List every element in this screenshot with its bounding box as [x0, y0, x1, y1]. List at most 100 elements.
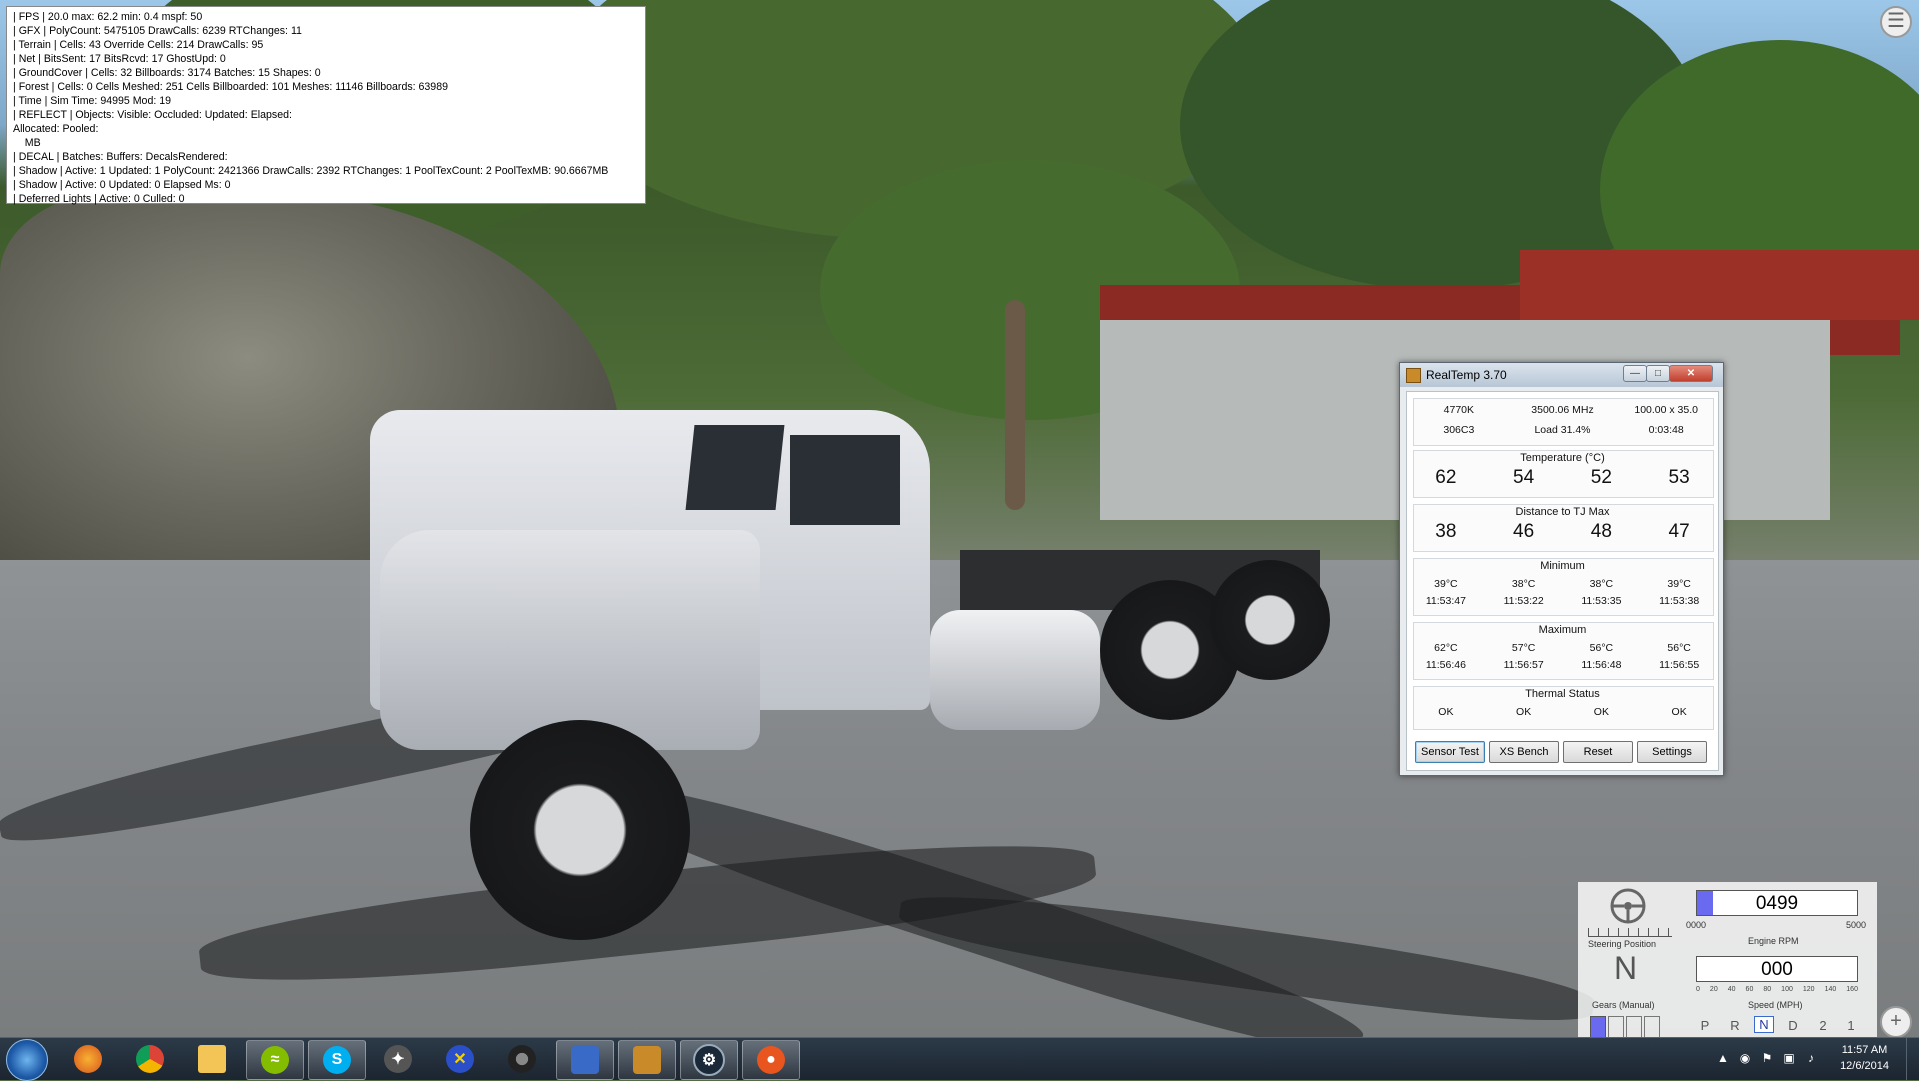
taskbar-game[interactable]: ✦	[370, 1040, 426, 1078]
taskbar-xsplit[interactable]: ✕	[432, 1040, 488, 1078]
distance-row: 38 46 48 47	[1407, 521, 1718, 543]
tray-steam-icon[interactable]: ◉	[1738, 1051, 1752, 1065]
start-button[interactable]	[6, 1039, 48, 1081]
maximum-time-row: 11:56:46 11:56:57 11:56:48 11:56:55	[1407, 659, 1718, 671]
add-icon[interactable]: +	[1880, 1006, 1912, 1038]
speed-tick: 100	[1781, 986, 1793, 993]
taskbar-realtemp[interactable]	[618, 1040, 676, 1080]
close-button[interactable]: ✕	[1669, 365, 1713, 382]
thermal-status: OK	[1671, 706, 1687, 718]
maximize-button[interactable]: □	[1646, 365, 1670, 382]
xsplit-icon: ✕	[446, 1045, 474, 1073]
thermal-status-row: OK OK OK OK	[1407, 706, 1718, 718]
tray-network-icon[interactable]: ▣	[1782, 1051, 1796, 1065]
cpu-multiplier: 100.00 x 35.0	[1634, 404, 1698, 416]
show-desktop-button[interactable]	[1906, 1038, 1919, 1080]
taskbar-app[interactable]: ●	[742, 1040, 800, 1080]
thermal-status: OK	[1438, 706, 1454, 718]
taskbar-beamng[interactable]	[556, 1040, 614, 1080]
speed-tick: 80	[1763, 986, 1772, 993]
steering-label: Steering Position	[1588, 939, 1657, 949]
taskbar-skype[interactable]: S	[308, 1040, 366, 1080]
rpm-gauge: 0499	[1696, 890, 1858, 916]
min-temp: 39°C	[1434, 578, 1458, 590]
game-icon: ✦	[384, 1045, 412, 1073]
distance-title: Distance to TJ Max	[1515, 506, 1610, 518]
core-temp: 52	[1590, 467, 1612, 488]
app-icon: ●	[757, 1046, 785, 1074]
tjmax-distance: 47	[1668, 521, 1690, 542]
taskbar-explorer[interactable]	[184, 1040, 240, 1078]
palm-trunk	[1005, 300, 1025, 510]
xs-bench-button[interactable]: XS Bench	[1489, 741, 1559, 763]
folder-icon	[198, 1045, 226, 1073]
cpu-info-row: 4770K 3500.06 MHz 100.00 x 35.0	[1407, 404, 1718, 416]
clock-date: 12/6/2014	[1840, 1060, 1889, 1072]
firefox-icon	[74, 1045, 102, 1073]
maximum-temp-row: 62°C 57°C 56°C 56°C	[1407, 642, 1718, 654]
rpm-value: 0499	[1755, 893, 1799, 914]
max-temp: 57°C	[1511, 642, 1536, 654]
speed-tick: 40	[1727, 986, 1736, 993]
debug-line: | GFX | PolyCount: 5475105 DrawCalls: 62…	[13, 25, 302, 37]
max-time: 11:56:48	[1581, 659, 1622, 671]
tray-flag-icon[interactable]: ⚑	[1760, 1051, 1774, 1065]
truck-window	[685, 425, 785, 510]
rpm-min: 0000	[1686, 920, 1707, 930]
thermal-status-title: Thermal Status	[1525, 688, 1600, 700]
realtemp-window[interactable]: RealTemp 3.70 — □ ✕ 4770K 3500.06 MHz 10…	[1399, 362, 1724, 776]
thermal-status: OK	[1593, 706, 1609, 718]
menu-icon[interactable]: ☰	[1880, 6, 1912, 38]
cpu-stepping: 306C3	[1443, 424, 1475, 436]
taskbar-chrome[interactable]	[122, 1040, 178, 1078]
gear-d: D	[1788, 1018, 1798, 1033]
debug-line: | Net | BitsSent: 17 BitsRcvd: 17 GhostU…	[13, 53, 226, 65]
taskbar-spotify[interactable]: ≈	[246, 1040, 304, 1080]
debug-line: | GroundCover | Cells: 32 Billboards: 31…	[13, 67, 321, 79]
core-temp: 53	[1668, 467, 1690, 488]
debug-line: | Deferred Lights | Active: 0 Culled: 0	[13, 193, 185, 205]
speed-tick: 0	[1696, 986, 1700, 993]
speed-scale: 0 20 40 60 80 100 120 140 160	[1696, 986, 1858, 993]
cpu-info-row: 306C3 Load 31.4% 0:03:48	[1407, 424, 1718, 436]
sensor-test-button[interactable]: Sensor Test	[1415, 741, 1485, 763]
cpu-load: Load 31.4%	[1534, 424, 1591, 436]
taskbar-clock[interactable]: 11:57 AM 12/6/2014	[1840, 1042, 1889, 1074]
tire-icon	[508, 1045, 536, 1073]
building-roof	[1520, 250, 1919, 320]
steam-icon: ⚙	[693, 1044, 725, 1076]
speed-tick: 120	[1802, 986, 1815, 993]
window-titlebar[interactable]: RealTemp 3.70 — □ ✕	[1400, 363, 1723, 387]
debug-line: | FPS | 20.0 max: 62.2 min: 0.4 mspf: 50	[13, 11, 203, 23]
core-temp: 62	[1435, 467, 1457, 488]
debug-line: | Terrain | Cells: 43 Override Cells: 21…	[13, 39, 264, 51]
taskbar-tire-app[interactable]	[494, 1040, 550, 1078]
tjmax-distance: 38	[1435, 521, 1457, 542]
debug-line: | Time | Sim Time: 94995 Mod: 19	[13, 95, 172, 107]
tray-volume-icon[interactable]: ♪	[1804, 1051, 1818, 1065]
debug-line: | DECAL | Batches: Buffers: DecalsRender…	[13, 151, 228, 163]
taskbar-steam[interactable]: ⚙	[680, 1040, 738, 1080]
chrome-icon	[136, 1045, 164, 1073]
reset-button[interactable]: Reset	[1563, 741, 1633, 763]
maximum-title: Maximum	[1538, 624, 1587, 636]
speed-tick: 60	[1745, 986, 1754, 993]
thermal-status: OK	[1516, 706, 1532, 718]
min-temp: 38°C	[1511, 578, 1536, 590]
debug-line: | Shadow | Active: 0 Updated: 0 Elapsed …	[13, 179, 231, 191]
steering-wheel-icon	[1610, 888, 1646, 924]
tray-expand-icon[interactable]: ▲	[1716, 1051, 1730, 1065]
gear-p: P	[1700, 1018, 1710, 1033]
truck-wheel-front	[470, 720, 690, 940]
settings-button[interactable]: Settings	[1637, 741, 1707, 763]
minimize-button[interactable]: —	[1623, 365, 1647, 382]
speed-gauge: 000	[1696, 956, 1858, 982]
min-time: 11:53:47	[1425, 595, 1466, 607]
window-title: RealTemp 3.70	[1426, 368, 1507, 382]
gear-1: 1	[1847, 1018, 1855, 1033]
speed-tick: 160	[1846, 986, 1858, 993]
max-temp: 56°C	[1667, 642, 1691, 654]
debug-line: | Shadow | Active: 1 Updated: 1 PolyCoun…	[13, 165, 609, 177]
taskbar-firefox[interactable]	[60, 1040, 116, 1078]
debug-line: Allocated: Pooled:	[13, 123, 99, 135]
